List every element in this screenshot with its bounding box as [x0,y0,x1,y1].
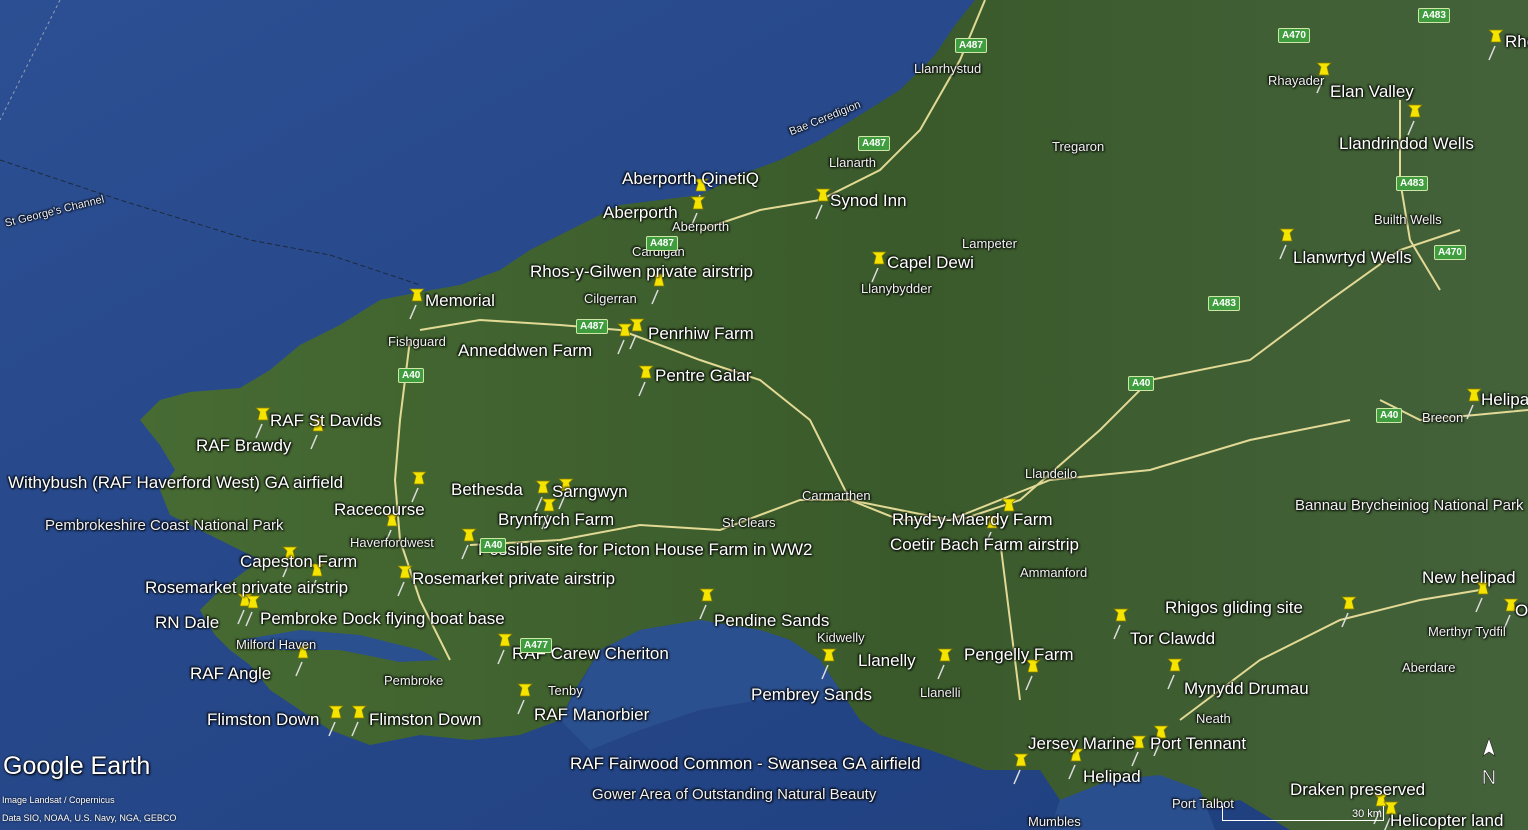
town-label: Milford Haven [236,637,317,652]
placemark-label[interactable]: Possible site for Picton House Farm in W… [478,541,812,558]
placemark-label[interactable]: Rosemarket private airstrip [412,570,615,587]
town-label: Lampeter [962,236,1017,251]
placemark-label[interactable]: Pendine Sands [714,612,829,629]
placemark-label[interactable]: Coetir Bach Farm airstrip [890,536,1079,553]
placemark-label[interactable]: RN Dale [155,614,219,631]
town-label: Aberdare [1402,660,1456,675]
road-shield: A487 [576,319,608,334]
town-label: Fishguard [388,334,446,349]
placemark-label[interactable]: Brynfrych Farm [498,511,614,528]
town-label: Aberporth [672,219,730,234]
road-shield: A483 [1418,8,1450,23]
placemark-label[interactable]: Port Tennant [1150,735,1246,752]
data-credit: Data SIO, NOAA, U.S. Navy, NGA, GEBCO [2,813,177,823]
town-label: Llanarth [829,155,876,170]
placemark-label[interactable]: Old [1515,602,1528,619]
placemark-label[interactable]: New helipad [1422,569,1516,586]
town-label: Carmarthen [802,488,871,503]
town-label: Kidwelly [817,630,865,645]
town-label: Ammanford [1020,565,1088,580]
placemark-label[interactable]: Llanwrtyd Wells [1293,249,1412,266]
protected-area-label: Gower Area of Outstanding Natural Beauty [592,786,877,803]
town-label: Tenby [548,683,583,698]
placemark-label[interactable]: Synod Inn [830,192,907,209]
placemark-label[interactable]: Flimston Down [369,711,481,728]
placemark-label[interactable]: Rosemarket private airstrip [145,579,348,596]
placemark-label[interactable]: Mynydd Drumau [1184,680,1309,697]
town-label: Tregaron [1052,139,1105,154]
town-label: Llanrhystud [914,61,982,76]
town-label: Neath [1196,711,1231,726]
placemark-label[interactable]: Capeston Farm [240,553,357,570]
town-label: Mumbles [1028,814,1081,829]
placemark-label[interactable]: Penrhiw Farm [648,325,754,342]
town-label: Llandeilo [1025,466,1078,481]
placemark-label[interactable]: RAF Angle [190,665,271,682]
scale-label: 30 km [1352,808,1382,820]
placemark-label[interactable]: Pembroke Dock flying boat base [260,610,505,627]
placemark-label[interactable]: Llanelly [858,652,916,669]
town-label: Llanybydder [861,281,932,296]
town-label: Builth Wells [1374,212,1442,227]
road-shield: A40 [1128,376,1155,391]
placemark-label[interactable]: Pembrey Sands [751,686,872,703]
placemark-label[interactable]: Pentre Galar [655,367,751,384]
road-shield: A470 [1278,28,1310,43]
placemark-label[interactable]: Flimston Down [207,711,319,728]
road-shield: A483 [1396,176,1428,191]
placemark-label[interactable]: Rhigos gliding site [1165,599,1303,616]
placemark-label[interactable]: Capel Dewi [887,254,974,271]
town-label: Merthyr Tydfil [1428,624,1506,639]
placemark-label[interactable]: Aberporth [603,204,678,221]
placemark-label[interactable]: Rho [1505,33,1528,50]
road-shield: A40 [1376,408,1403,423]
satellite-map[interactable] [0,0,1528,830]
protected-area-label: Pembrokeshire Coast National Park [45,517,284,534]
road-shield: A487 [955,38,987,53]
placemark-label[interactable]: Anneddwen Farm [458,342,592,359]
placemark-label[interactable]: Bethesda [451,481,523,498]
placemark-label[interactable]: Helipad [1083,768,1141,785]
placemark-label[interactable]: Llandrindod Wells [1339,135,1474,152]
town-label: Brecon [1422,410,1464,425]
placemark-label[interactable]: Rhyd-y-Maerdy Farm [892,511,1053,528]
protected-area-label: Bannau Brycheiniog National Park [1295,497,1524,514]
road-shield: A40 [480,538,507,553]
placemark-label[interactable]: Helicopter land [1390,812,1503,829]
town-label: Rhayader [1268,73,1325,88]
town-label: Llanelli [920,685,961,700]
placemark-label[interactable]: Sarngwyn [552,483,628,500]
placemark-label[interactable]: Racecourse [334,501,425,518]
placemark-label[interactable]: RAF Fairwood Common - Swansea GA airfiel… [570,755,921,772]
placemark-label[interactable]: Draken preserved [1290,781,1425,798]
compass-icon[interactable]: N [1478,738,1500,796]
town-label: Pembroke [384,673,444,688]
town-label: Cilgerran [584,291,637,306]
road-shield: A487 [646,236,678,251]
road-shield: A483 [1208,296,1240,311]
placemark-label[interactable]: Rhos-y-Gilwen private airstrip [530,263,753,280]
town-label: Haverfordwest [350,535,434,550]
google-earth-logo: Google Earth [3,752,151,780]
placemark-label[interactable]: Withybush (RAF Haverford West) GA airfie… [8,474,343,491]
placemark-label[interactable]: Jersey Marine [1028,735,1135,752]
placemark-label[interactable]: Helipad [1481,391,1528,408]
placemark-label[interactable]: Elan Valley [1330,83,1414,100]
road-shield: A470 [1434,245,1466,260]
road-shield: A40 [398,368,425,383]
placemark-label[interactable]: RAF St Davids [270,412,381,429]
placemark-label[interactable]: Pengelly Farm [964,646,1074,663]
placemark-label[interactable]: Memorial [425,292,495,309]
placemark-label[interactable]: RAF Brawdy [196,437,291,454]
placemark-label[interactable]: Aberporth QinetiQ [622,170,759,187]
road-shield: A477 [520,638,552,653]
compass-letter: N [1482,767,1496,789]
image-credit: Image Landsat / Copernicus [2,795,115,805]
town-label: St Clears [722,515,776,530]
placemark-label[interactable]: RAF Manorbier [534,706,649,723]
placemark-label[interactable]: Tor Clawdd [1130,630,1215,647]
road-shield: A487 [858,136,890,151]
